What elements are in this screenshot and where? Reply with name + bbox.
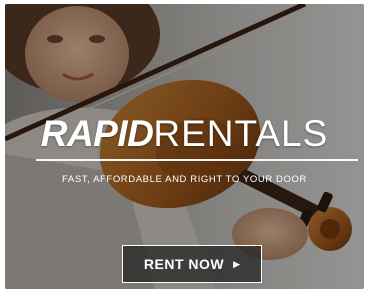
rapid-rentals-ad-banner[interactable]: RAPIDRENTALS FAST, AFFORDABLE AND RIGHT … bbox=[5, 4, 364, 289]
brand-regular-text: RENTALS bbox=[153, 113, 329, 154]
brand-bold-text: RAPID bbox=[40, 113, 154, 154]
rent-now-button[interactable]: RENT NOW ▶ bbox=[122, 245, 262, 283]
rent-now-button-label: RENT NOW bbox=[143, 256, 225, 272]
chevron-right-icon: ▶ bbox=[233, 258, 241, 269]
brand-logo: RAPIDRENTALS bbox=[5, 114, 364, 154]
logo-underline-divider bbox=[36, 159, 358, 161]
tagline: FAST, AFFORDABLE AND RIGHT TO YOUR DOOR bbox=[62, 174, 307, 185]
